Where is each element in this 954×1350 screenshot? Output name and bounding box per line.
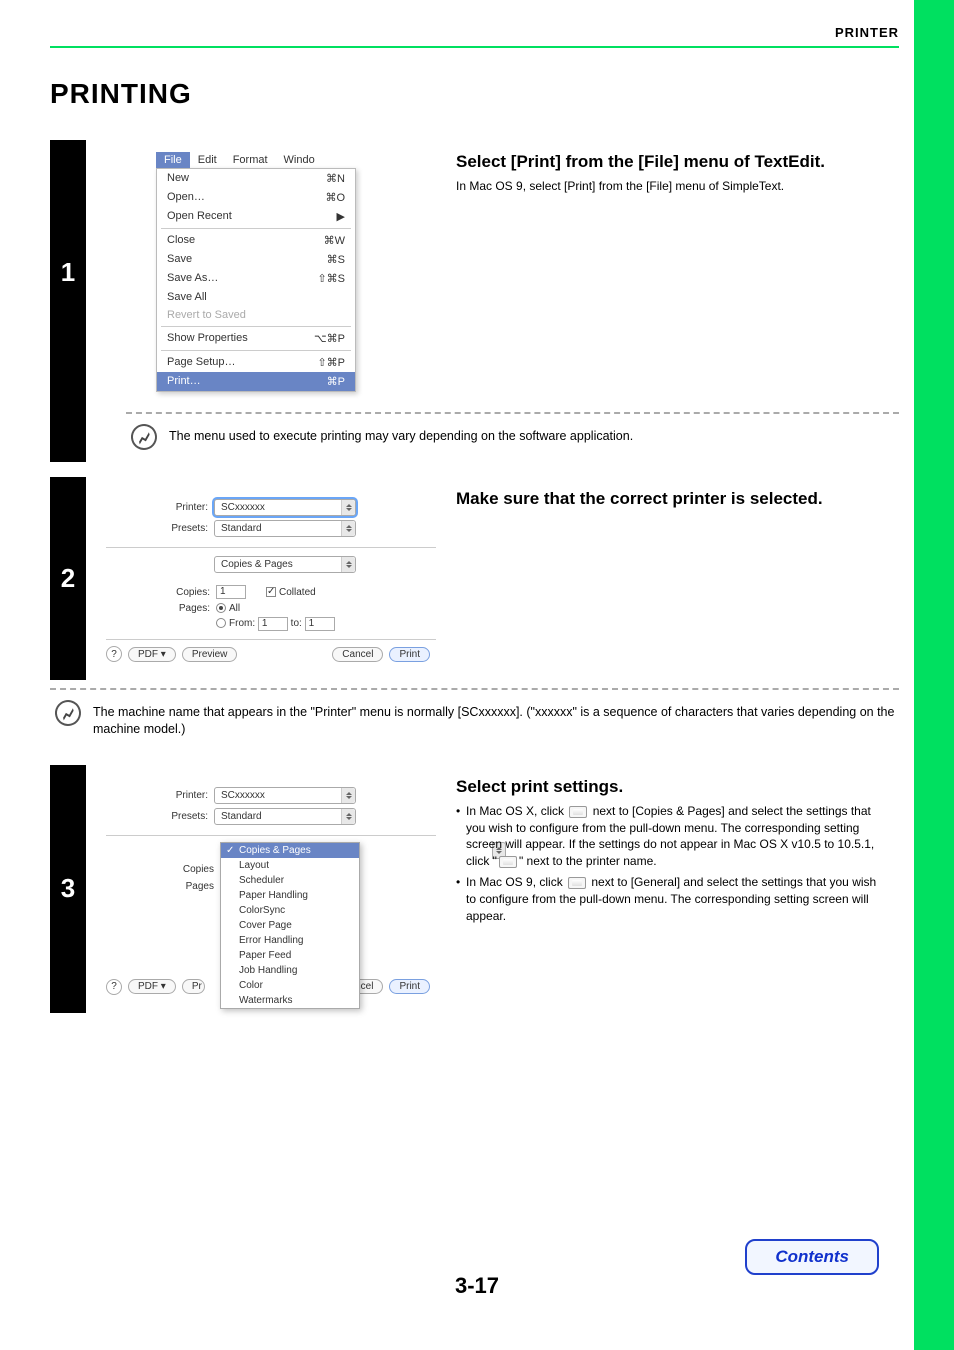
collated-label: Collated	[279, 587, 316, 598]
help-button: ?	[106, 646, 122, 662]
presets-select: Standard	[214, 520, 356, 537]
step-1: 1 File Edit Format Windo New⌘N Open…⌘O O…	[50, 140, 899, 462]
step-1-title: Select [Print] from the [File] menu of T…	[456, 152, 889, 172]
print-button: Print	[389, 647, 430, 662]
step-3: 3 Printer: SCxxxxxx Presets: Standard Co…	[50, 765, 899, 1013]
menu-item-save-as: Save As…⇧⌘S	[157, 269, 355, 288]
menu-item-new: New⌘N	[157, 169, 355, 188]
print-dialog-menu-screenshot: Printer: SCxxxxxx Presets: Standard Copi…	[96, 777, 446, 1001]
pages-from-radio	[216, 618, 226, 628]
printer-label: Printer:	[166, 790, 214, 801]
menu-item-revert: Revert to Saved	[157, 306, 355, 324]
menu-item-close: Close⌘W	[157, 231, 355, 250]
step-number: 1	[50, 140, 86, 404]
menu-item-open: Open…⌘O	[157, 188, 355, 207]
updown-icon	[568, 877, 586, 889]
menu-item-show-properties: Show Properties⌥⌘P	[157, 329, 355, 348]
note-icon	[128, 421, 160, 453]
copies-label: Copies:	[168, 587, 216, 598]
note-icon	[52, 697, 84, 729]
step-2-note: The machine name that appears in the "Pr…	[93, 700, 899, 738]
printer-select: SCxxxxxx	[214, 787, 356, 804]
pane-select: Copies & Pages	[214, 556, 356, 573]
pages-label: Pages	[106, 881, 214, 892]
step-number: 3	[50, 765, 86, 1013]
page-title: PRINTING	[50, 78, 954, 110]
preview-button: Preview	[182, 647, 238, 662]
step-1-desc: In Mac OS 9, select [Print] from the [Fi…	[456, 178, 889, 195]
header-rule	[50, 46, 899, 48]
menu-item-print: Print…⌘P	[157, 372, 355, 391]
step-2: 2 Printer: SCxxxxxx Presets: Standard Co…	[50, 477, 899, 750]
section-header: PRINTER	[0, 0, 954, 46]
presets-label: Presets:	[166, 811, 214, 822]
copies-label: Copies	[106, 864, 214, 875]
step-3-title: Select print settings.	[456, 777, 889, 797]
pdf-button: PDF ▾	[128, 979, 176, 994]
menu-item-save-all: Save All	[157, 288, 355, 306]
page-number: 3-17	[0, 1273, 954, 1299]
printer-select: SCxxxxxx	[214, 499, 356, 516]
dropdown-icon	[499, 856, 517, 868]
pane-dropdown-menu: Copies & Pages Layout Scheduler Paper Ha…	[220, 842, 360, 1009]
menu-item-open-recent: Open Recent▶	[157, 207, 355, 226]
menu-format: Format	[225, 152, 276, 168]
pages-label: Pages:	[168, 603, 216, 614]
file-menu-screenshot: File Edit Format Windo New⌘N Open…⌘O Ope…	[156, 152, 356, 392]
step-3-bullet-2: In Mac OS 9, click next to [General] and…	[456, 874, 889, 924]
menu-item-save: Save⌘S	[157, 250, 355, 269]
printer-label: Printer:	[166, 502, 214, 513]
menu-file: File	[156, 152, 190, 168]
side-band	[914, 0, 954, 1350]
updown-icon	[569, 806, 587, 818]
preview-button: Pr	[182, 979, 205, 994]
collated-checkbox	[266, 587, 276, 597]
print-dialog-screenshot: Printer: SCxxxxxx Presets: Standard Copi…	[96, 489, 446, 668]
cancel-button: Cancel	[332, 647, 383, 662]
to-input: 1	[305, 617, 335, 631]
copies-input: 1	[216, 585, 246, 599]
pdf-button: PDF ▾	[128, 647, 176, 662]
pages-all-radio	[216, 603, 226, 613]
help-button: ?	[106, 979, 122, 995]
menu-window: Windo	[276, 152, 323, 168]
presets-select: Standard	[214, 808, 356, 825]
step-2-title: Make sure that the correct printer is se…	[456, 489, 889, 509]
presets-label: Presets:	[166, 523, 214, 534]
step-1-note: The menu used to execute printing may va…	[169, 424, 633, 445]
step-3-bullet-1: In Mac OS X, click next to [Copies & Pag…	[456, 803, 889, 870]
from-input: 1	[258, 617, 288, 631]
menu-edit: Edit	[190, 152, 225, 168]
contents-button[interactable]: Contents	[745, 1239, 879, 1275]
menu-item-page-setup: Page Setup…⇧⌘P	[157, 353, 355, 372]
step-number: 2	[50, 477, 86, 680]
